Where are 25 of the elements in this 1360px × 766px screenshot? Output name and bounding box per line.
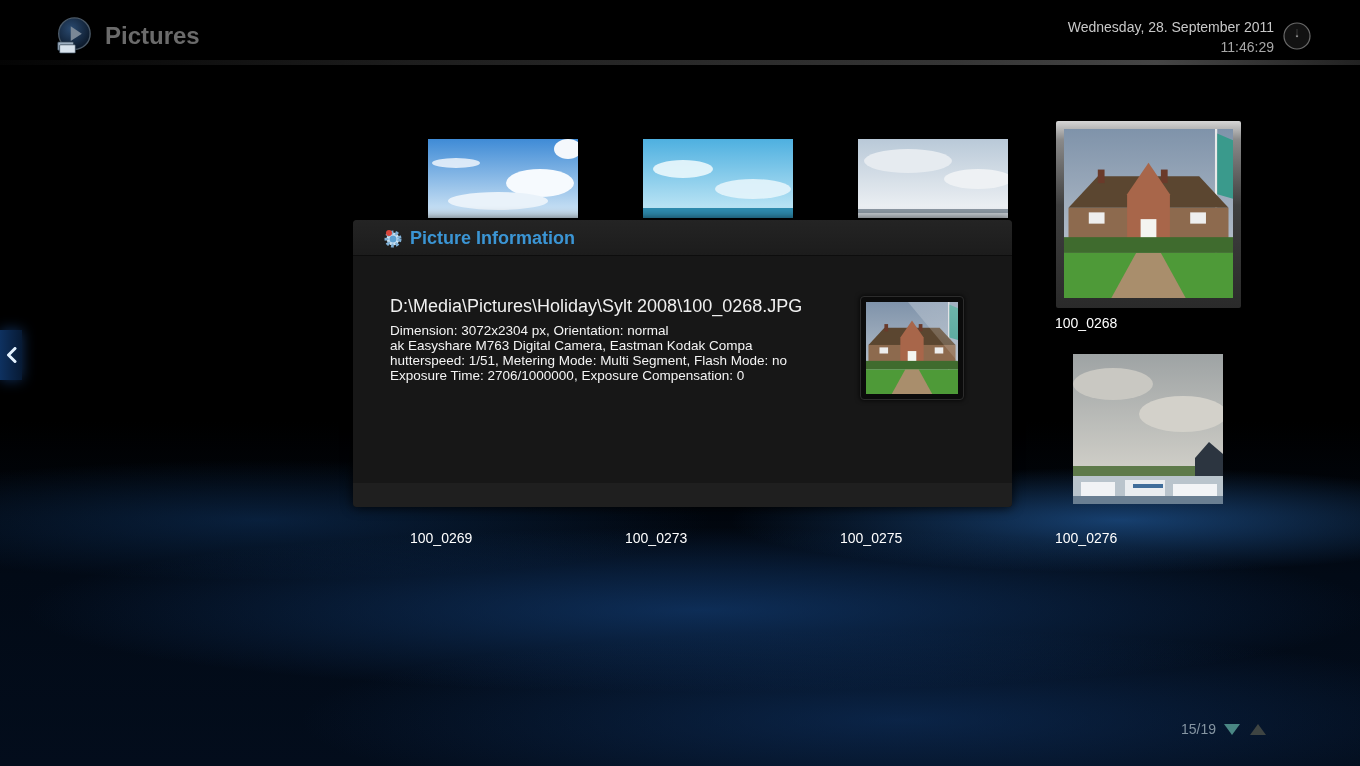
previous-page-button[interactable]: [0, 330, 22, 380]
detail-text: Exposure Time: 2706/1000000, Exposure Compensation: 0: [390, 368, 745, 383]
triangle-down-icon[interactable]: [1224, 723, 1240, 735]
town-photo[interactable]: [1073, 354, 1223, 504]
thumbnail-label: 100_0273: [625, 530, 689, 546]
chevron-left-icon: [5, 347, 17, 363]
thumbnail-label: 100_0275: [840, 530, 904, 546]
thumbnail-frame[interactable]: [1056, 121, 1241, 308]
file-path-text: D:\Media\Pictures\Holiday\Sylt 2008\100_0268.JPG: [390, 295, 803, 317]
play-circle-icon: [55, 17, 92, 54]
clock-icon: [1283, 22, 1311, 50]
page-title: Pictures: [105, 21, 200, 51]
detail-text: ak Easyshare M763 Digital Camera, Eastman Kodak Compa: [390, 338, 753, 353]
thumbnail-label: 100_0276: [1055, 530, 1119, 546]
detail-text: Dimension: 3072x2304 px, Orientation: normal: [390, 323, 669, 338]
thumbnail-label: 100_0269: [410, 530, 474, 546]
detail-text: hutterspeed: 1/51, Metering Mode: Multi Segment, Flash Mode: no: [390, 353, 787, 368]
clouds-photo[interactable]: [858, 139, 1008, 218]
date-text: Wednesday, 28. September 2011: [1067, 18, 1274, 37]
sky-photo[interactable]: [428, 139, 578, 218]
page-counter: 15/19: [1180, 721, 1216, 737]
time-text: 11:46:29: [1219, 38, 1274, 57]
dialog-title: Picture Information: [410, 226, 575, 249]
thumbnail-label: 100_0268: [1055, 315, 1119, 331]
sea-photo[interactable]: [643, 139, 793, 218]
